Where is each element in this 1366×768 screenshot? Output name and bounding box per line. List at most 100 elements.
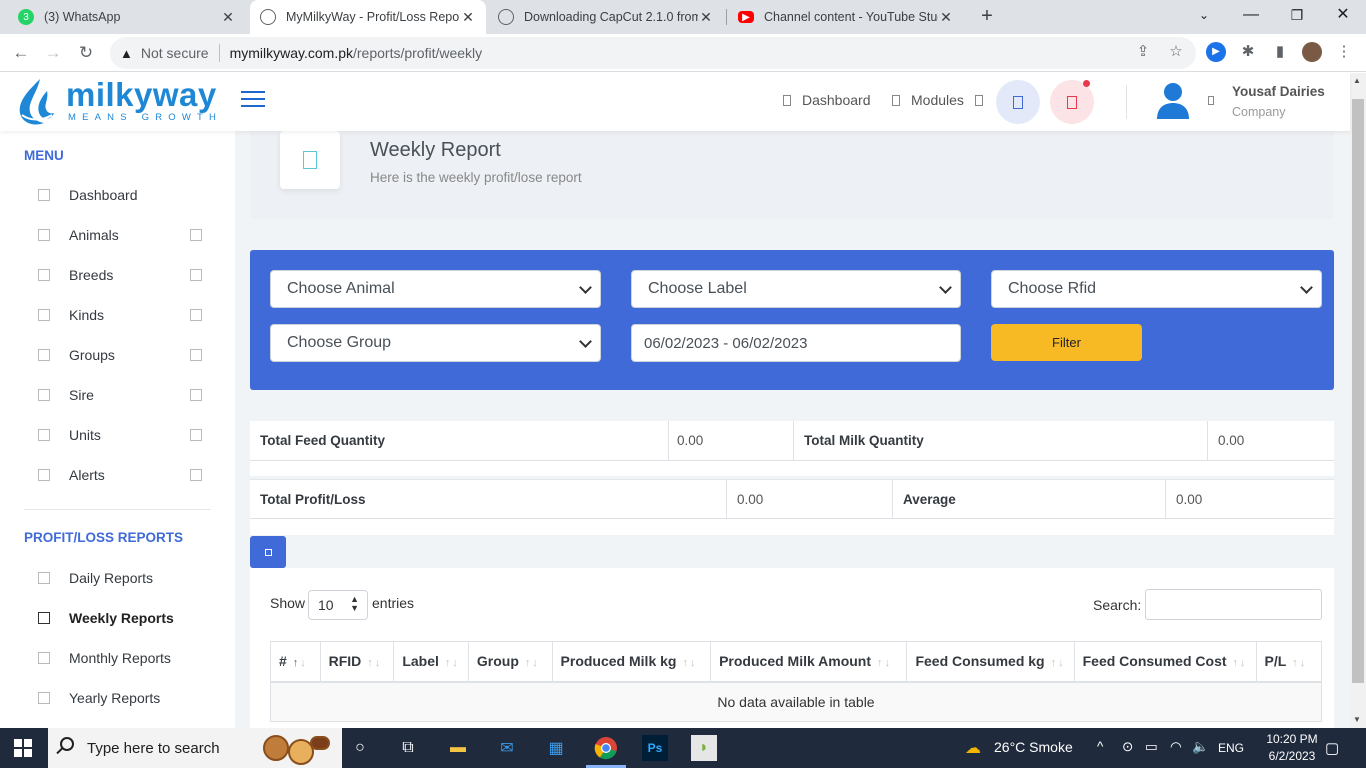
filter-button[interactable]: Filter — [991, 324, 1142, 361]
address-bar[interactable]: ▲ Not secure mymilkyway.com.pk /reports/… — [110, 37, 1196, 69]
reload-icon[interactable]: ↻ — [75, 42, 97, 64]
total-profit-loss-value: 0.00 — [727, 480, 893, 520]
tab-title: (3) WhatsApp — [44, 10, 121, 24]
menu-dots-icon[interactable]: ⋮ — [1334, 42, 1354, 62]
notification-center-icon[interactable]: ▢ — [1325, 739, 1339, 757]
sidebar-item-units[interactable]: Units — [38, 423, 208, 447]
photoshop-icon[interactable]: Ps — [642, 735, 668, 761]
language-indicator[interactable]: ENG — [1218, 741, 1244, 755]
tab-milkyway-report[interactable]: MyMilkyWay - Profit/Loss Report ✕ — [250, 0, 486, 34]
warning-icon[interactable]: ▲ — [120, 46, 133, 61]
weather-text[interactable]: 26°C Smoke — [994, 739, 1073, 755]
tab-youtube-studio[interactable]: ▶ Channel content - YouTube Studi ✕ — [728, 0, 964, 34]
column-header-feed-consumed-kg[interactable]: Feed Consumed kg ↑↓ — [906, 641, 1075, 683]
mail-icon[interactable]: ✉ — [494, 735, 520, 761]
show-label: Show — [270, 595, 306, 611]
new-tab-button[interactable]: + — [976, 5, 998, 27]
page-scrollbar[interactable]: ▲ ▼ — [1350, 73, 1366, 728]
extension-icon[interactable]: ▶ — [1206, 42, 1226, 62]
column-header-produced-milk-amount[interactable]: Produced Milk Amount ↑↓ — [710, 641, 908, 683]
browser-toolbar: ← → ↻ ▲ Not secure mymilkyway.com.pk /re… — [0, 34, 1366, 72]
forward-icon[interactable]: → — [42, 42, 64, 64]
column-header-index[interactable]: # ↑↓ — [270, 641, 321, 683]
task-view-icon[interactable]: ⧉ — [395, 735, 421, 761]
tab-whatsapp[interactable]: 3 (3) WhatsApp ✕ — [8, 0, 246, 34]
sidebar-item-groups[interactable]: Groups — [38, 343, 208, 367]
taskbar-clock[interactable]: 10:20 PM 6/2/2023 — [1254, 731, 1330, 765]
sort-icon: ↑↓ — [1292, 657, 1308, 670]
tray-app-icon[interactable]: ⊙ — [1122, 739, 1133, 755]
hamburger-menu-icon[interactable] — [241, 91, 265, 109]
close-tab-icon[interactable]: ✕ — [460, 9, 476, 26]
column-header-group[interactable]: Group ↑↓ — [467, 641, 553, 683]
close-tab-icon[interactable]: ✕ — [698, 9, 714, 26]
grid-apps-button[interactable] — [996, 80, 1040, 124]
group-select[interactable]: Choose Group — [270, 324, 601, 362]
back-icon[interactable]: ← — [10, 42, 32, 64]
sidebar-item-yearly-reports[interactable]: Yearly Reports — [38, 686, 208, 710]
tab-capcut[interactable]: Downloading CapCut 2.1.0 from ✕ — [488, 0, 724, 34]
tab-search-icon[interactable]: ⌄ — [1181, 0, 1227, 34]
table-search-input[interactable] — [1145, 589, 1322, 620]
chevron-up-icon[interactable]: ^ — [1097, 739, 1103, 754]
microsoft-store-icon[interactable]: ▦ — [543, 735, 569, 761]
chrome-icon[interactable] — [593, 735, 619, 761]
puzzle-extensions-icon[interactable]: ✱ — [1238, 42, 1258, 62]
user-role: Company — [1232, 105, 1286, 119]
column-header-pl[interactable]: P/L ↑↓ — [1255, 641, 1323, 683]
milkyway-logo-icon[interactable] — [14, 77, 56, 127]
sidebar-item-label: Groups — [69, 347, 115, 363]
label-select[interactable]: Choose Label — [631, 270, 961, 308]
toggle-table-button[interactable] — [250, 536, 286, 568]
page-length-select[interactable]: 10 ▲ ▼ — [308, 590, 368, 620]
sidebar-item-breeds[interactable]: Breeds — [38, 263, 208, 287]
restore-button[interactable]: ❐ — [1274, 0, 1320, 34]
security-status[interactable]: Not secure — [141, 45, 209, 61]
pinned-app-icon[interactable]: ◗ — [691, 735, 717, 761]
close-tab-icon[interactable]: ✕ — [938, 9, 954, 26]
close-window-button[interactable]: ✕ — [1320, 0, 1366, 34]
profile-avatar[interactable] — [1302, 42, 1322, 62]
sidebar-item-label: Sire — [69, 387, 94, 403]
user-avatar-icon[interactable] — [1155, 81, 1191, 121]
column-header-produced-milk-kg[interactable]: Produced Milk kg ↑↓ — [551, 641, 712, 683]
date-range-input[interactable]: 06/02/2023 - 06/02/2023 — [631, 324, 961, 362]
minimize-button[interactable]: — — [1228, 0, 1274, 34]
scroll-down-icon[interactable]: ▼ — [1353, 715, 1361, 724]
side-panel-icon[interactable]: ▮ — [1270, 42, 1290, 62]
sidebar-item-daily-reports[interactable]: Daily Reports — [38, 566, 208, 590]
cortana-icon[interactable]: ○ — [347, 735, 373, 761]
sidebar-item-dashboard[interactable]: Dashboard — [38, 183, 208, 207]
user-name[interactable]: Yousaf Dairies — [1232, 84, 1325, 99]
animal-select[interactable]: Choose Animal — [270, 270, 601, 308]
notifications-button[interactable] — [1050, 80, 1094, 124]
column-header-feed-consumed-cost[interactable]: Feed Consumed Cost ↑↓ — [1073, 641, 1257, 683]
sidebar-item-kinds[interactable]: Kinds — [38, 303, 208, 327]
bookmark-star-icon[interactable]: ☆ — [1166, 42, 1186, 62]
battery-icon[interactable]: ▭ — [1145, 739, 1158, 755]
scrollbar-thumb[interactable] — [1352, 99, 1364, 683]
close-tab-icon[interactable]: ✕ — [220, 9, 236, 26]
windows-start-icon[interactable] — [14, 739, 32, 757]
scroll-up-icon[interactable]: ▲ — [1353, 76, 1361, 85]
weather-icon[interactable]: ☁ — [960, 735, 986, 761]
expand-icon — [190, 309, 202, 321]
wifi-icon[interactable]: ◠ — [1170, 739, 1182, 755]
column-header-label[interactable]: Label ↑↓ — [393, 641, 469, 683]
sidebar-item-monthly-reports[interactable]: Monthly Reports — [38, 646, 208, 670]
brand-name[interactable]: milkyway — [66, 76, 217, 114]
header-dashboard-link[interactable]: Dashboard — [783, 92, 871, 108]
file-explorer-icon[interactable]: ▬ — [445, 735, 471, 761]
share-icon[interactable]: ⇪ — [1133, 42, 1153, 62]
sidebar-item-animals[interactable]: Animals — [38, 223, 208, 247]
sidebar-item-alerts[interactable]: Alerts — [38, 463, 208, 487]
volume-icon[interactable]: 🔈 — [1192, 739, 1209, 755]
page-subtitle: Here is the weekly profit/lose report — [370, 170, 582, 185]
rfid-select[interactable]: Choose Rfid — [991, 270, 1322, 308]
sidebar-item-sire[interactable]: Sire — [38, 383, 208, 407]
sidebar-item-weekly-reports[interactable]: Weekly Reports — [38, 606, 208, 630]
header-modules-link[interactable]: Modules — [892, 92, 994, 108]
column-header-rfid[interactable]: RFID ↑↓ — [319, 641, 395, 683]
taskbar-search-box[interactable]: Type here to search — [48, 728, 342, 768]
user-dropdown-icon[interactable] — [1208, 96, 1214, 105]
